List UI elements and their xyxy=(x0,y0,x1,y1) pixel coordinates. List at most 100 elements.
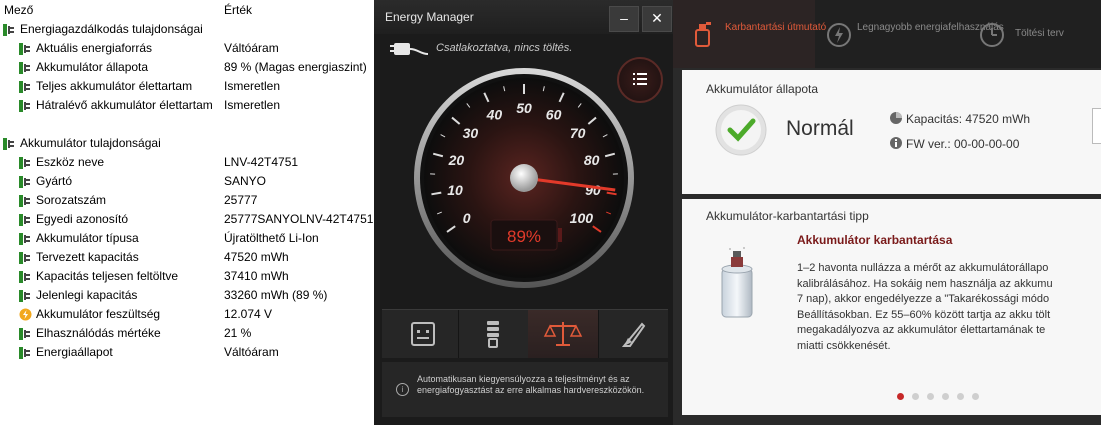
tab-top-consumption[interactable]: Legnagyobb energiafelhasználás xyxy=(816,0,1004,68)
gauge-tick-label: 80 xyxy=(584,152,600,168)
property-table: Mező Érték Energiagazdálkodás tulajdonsá… xyxy=(0,0,374,425)
table-row[interactable]: Jelenlegi kapacitás 33260 mWh (89 %) xyxy=(0,286,374,305)
info-icon: i xyxy=(396,383,409,396)
close-button[interactable]: ✕ xyxy=(642,6,672,32)
check-icon xyxy=(715,104,767,156)
column-header-value[interactable]: Érték xyxy=(224,3,252,17)
power-plug-icon xyxy=(19,328,31,340)
gauge-tick-label: 0 xyxy=(463,210,471,226)
table-row[interactable]: Teljes akkumulátor élettartam Ismeretlen xyxy=(0,77,374,96)
mode-cooling-button[interactable] xyxy=(458,310,529,358)
row-name: Akkumulátor típusa xyxy=(36,231,139,245)
row-value: 12.074 V xyxy=(224,307,273,321)
row-name: Energiaállapot xyxy=(36,345,113,359)
column-header-name[interactable]: Mező xyxy=(4,3,33,17)
mode-description: i Automatikusan kiegyensúlyozza a teljes… xyxy=(382,362,668,417)
group-title: Energiagazdálkodás tulajdonságai xyxy=(20,22,203,36)
power-plug-icon xyxy=(19,233,31,245)
group-header[interactable]: Energiagazdálkodás tulajdonságai xyxy=(0,20,374,39)
table-row[interactable]: Akkumulátor típusa Újratölthető Li-Ion xyxy=(0,229,374,248)
mode-balanced-button[interactable] xyxy=(528,310,599,358)
battery-saver-icon xyxy=(411,322,435,346)
pager-dot[interactable] xyxy=(957,393,964,400)
balance-scale-icon xyxy=(543,322,583,346)
row-value: 33260 mWh (89 %) xyxy=(224,288,328,302)
window-title: Energy Manager xyxy=(385,10,474,24)
table-row[interactable]: Egyedi azonosító 25777SANYOLNV-42T4751 xyxy=(0,210,374,229)
details-button[interactable] xyxy=(1092,108,1101,144)
row-value: Ismeretlen xyxy=(224,98,281,112)
tip-heading: Akkumulátor karbantartása xyxy=(797,233,953,247)
row-value: 47520 mWh xyxy=(224,250,289,264)
cooling-icon xyxy=(487,321,499,348)
power-plug-icon xyxy=(19,271,31,283)
power-plug-icon xyxy=(19,62,31,74)
pager-dot[interactable] xyxy=(942,393,949,400)
gauge-tick-label: 20 xyxy=(448,152,465,168)
table-row[interactable]: Energiaállapot Váltóáram xyxy=(0,343,374,362)
row-value: 89 % (Magas energiaszint) xyxy=(224,60,367,74)
row-value: SANYO xyxy=(224,174,267,188)
pager-dot[interactable] xyxy=(897,393,904,400)
table-row[interactable]: Eszköz neve LNV-42T4751 xyxy=(0,153,374,172)
gauge-tick-label: 40 xyxy=(486,107,503,123)
row-name: Aktuális energiaforrás xyxy=(36,41,153,55)
pager-dot[interactable] xyxy=(912,393,919,400)
row-value: Váltóáram xyxy=(224,345,279,359)
firmware-text: FW ver.: 00-00-00-00 xyxy=(906,137,1020,151)
mode-battery-saver-button[interactable] xyxy=(388,310,459,358)
power-plug-icon xyxy=(19,176,31,188)
table-row[interactable]: Akkumulátor feszültség 12.074 V xyxy=(0,305,374,324)
row-name: Sorozatszám xyxy=(36,193,107,207)
row-value: 25777 xyxy=(224,193,258,207)
power-plug-icon xyxy=(3,24,15,36)
gauge-hub xyxy=(510,164,538,192)
table-row[interactable]: Sorozatszám 25777 xyxy=(0,191,374,210)
tab-charge-plan-label: Töltési terv xyxy=(1015,28,1064,39)
battery-percent: 89% xyxy=(507,227,541,246)
power-plug-icon xyxy=(19,347,31,359)
group-header[interactable]: Akkumulátor tulajdonságai xyxy=(0,134,374,153)
capacity-icon xyxy=(890,112,902,124)
row-name: Akkumulátor állapota xyxy=(36,60,149,74)
mode-performance-button[interactable] xyxy=(598,310,668,358)
row-name: Teljes akkumulátor élettartam xyxy=(36,79,193,93)
table-row[interactable]: Gyártó SANYO xyxy=(0,172,374,191)
spray-can-icon xyxy=(695,22,711,47)
row-value: Ismeretlen xyxy=(224,79,281,93)
table-row[interactable]: Tervezett kapacitás 47520 mWh xyxy=(0,248,374,267)
tip-card-title: Akkumulátor-karbantartási tipp xyxy=(706,209,869,223)
clock-icon xyxy=(980,23,1004,47)
table-row[interactable]: Kapacitás teljesen feltöltve 37410 mWh xyxy=(0,267,374,286)
row-value: LNV-42T4751 xyxy=(224,155,299,169)
tab-maintenance-guide[interactable]: Karbantartási útmutató xyxy=(673,0,826,68)
row-name: Jelenlegi kapacitás xyxy=(36,288,138,302)
pager-dot[interactable] xyxy=(927,393,934,400)
gauge-tick-label: 100 xyxy=(570,210,594,226)
row-name: Hátralévő akkumulátor élettartam xyxy=(36,98,213,112)
menu-button[interactable] xyxy=(617,57,663,103)
pager-dot[interactable] xyxy=(972,393,979,400)
power-plug-icon xyxy=(19,252,31,264)
row-name: Elhasználódás mértéke xyxy=(36,326,161,340)
row-value: 25777SANYOLNV-42T4751 xyxy=(224,212,374,226)
table-row[interactable]: Aktuális energiaforrás Váltóáram xyxy=(0,39,374,58)
row-name: Akkumulátor feszültség xyxy=(36,307,161,321)
power-plug-icon xyxy=(3,138,15,150)
row-name: Gyártó xyxy=(36,174,73,188)
tab-bar: Karbantartási útmutató Legnagyobb energi… xyxy=(673,0,1101,68)
row-value: 21 % xyxy=(224,326,252,340)
gauge-tick-label: 60 xyxy=(546,107,562,123)
table-row[interactable]: Akkumulátor állapota 89 % (Magas energias… xyxy=(0,58,374,77)
row-name: Eszköz neve xyxy=(36,155,105,169)
connection-status: Csatlakoztatva, nincs töltés. xyxy=(436,42,573,54)
table-row[interactable]: Hátralévő akkumulátor élettartam Ismeretl… xyxy=(0,96,374,115)
power-plug-icon xyxy=(19,100,31,112)
tab-charge-plan[interactable]: Töltési terv xyxy=(961,0,1101,68)
row-name: Egyedi azonosító xyxy=(36,212,129,226)
group-title: Akkumulátor tulajdonságai xyxy=(20,136,161,150)
minimize-button[interactable]: – xyxy=(609,6,639,32)
table-row[interactable]: Elhasználódás mértéke 21 % xyxy=(0,324,374,343)
gauge-tick-label: 70 xyxy=(570,125,586,141)
power-plug-icon xyxy=(19,81,31,93)
